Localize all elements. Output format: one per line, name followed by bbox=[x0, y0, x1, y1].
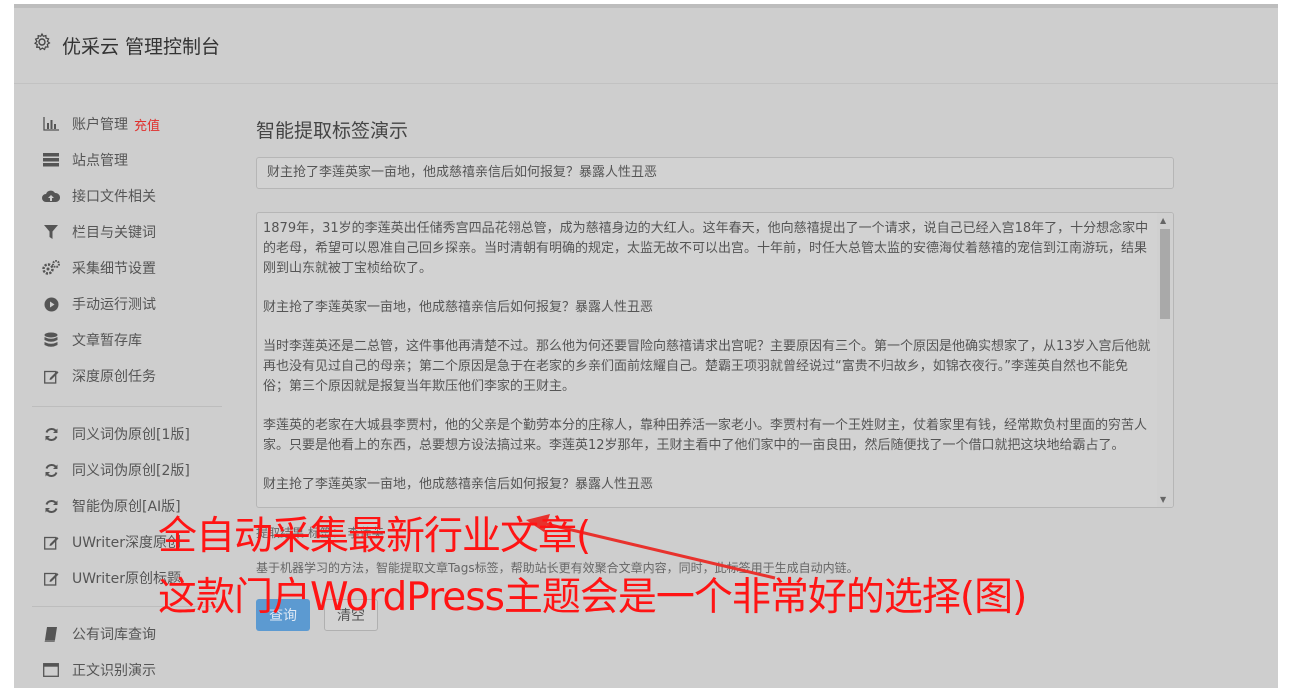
content-text: 1879年，31岁的李莲英出任储秀宫四品花翎总管，成为慈禧身边的大红人。这年春天… bbox=[263, 219, 1151, 507]
sidebar-item-sites[interactable]: 站点管理 bbox=[42, 148, 128, 172]
cloud-upload-icon bbox=[42, 187, 60, 205]
content-paragraph: 财主抢了李莲英家一亩地，他成慈禧亲信后如何报复？暴露人性丑恶 bbox=[263, 300, 654, 315]
textarea-scrollbar[interactable]: ▲ ▼ bbox=[1157, 213, 1173, 507]
sidebar-item-columns[interactable]: 栏目与关键词 bbox=[42, 220, 156, 244]
sidebar-divider bbox=[32, 406, 222, 407]
sidebar-item-collect-settings[interactable]: 采集细节设置 bbox=[42, 256, 156, 280]
sidebar-item-synonym-v2[interactable]: 同义词伪原创[2版] bbox=[42, 458, 190, 482]
sidebar-item-label: 采集细节设置 bbox=[72, 261, 156, 277]
book-icon bbox=[42, 625, 60, 643]
sidebar-item-article-store[interactable]: 文章暂存库 bbox=[42, 328, 142, 352]
sidebar-item-label: 文章暂存库 bbox=[72, 333, 142, 349]
sidebar-item-label: 账户管理 bbox=[72, 117, 128, 133]
server-icon bbox=[42, 151, 60, 169]
sidebar-item-label: 同义词伪原创[2版] bbox=[72, 463, 190, 479]
scroll-down-icon[interactable]: ▼ bbox=[1160, 495, 1166, 504]
sidebar-item-interface[interactable]: 接口文件相关 bbox=[42, 184, 156, 208]
edit-icon bbox=[42, 367, 60, 385]
content-paragraph: 李莲英的老家在大城县李贾村，他的父亲是个勤劳本分的庄稼人，靠种田养活一家老小。李… bbox=[263, 418, 1148, 453]
content-paragraph: 1879年，31岁的李莲英出任储秀宫四品花翎总管，成为慈禧身边的大红人。这年春天… bbox=[263, 221, 1149, 276]
bar-chart-icon bbox=[42, 115, 60, 133]
sidebar-item-label: 深度原创任务 bbox=[72, 369, 156, 385]
database-icon bbox=[42, 331, 60, 349]
gears-icon bbox=[42, 259, 60, 277]
scrollbar-thumb[interactable] bbox=[1160, 229, 1170, 319]
sidebar-item-label: 接口文件相关 bbox=[72, 189, 156, 205]
top-header: 优采云 管理控制台 bbox=[14, 8, 1278, 84]
sidebar-item-text-detect[interactable]: 正文识别演示 bbox=[42, 658, 156, 682]
content-paragraph: 财主抢了李莲英家一亩地，他成慈禧亲信后如何报复？暴露人性丑恶 bbox=[263, 477, 654, 492]
gear-icon bbox=[33, 32, 51, 51]
play-circle-icon bbox=[42, 295, 60, 313]
sidebar-item-deep-original[interactable]: 深度原创任务 bbox=[42, 364, 156, 388]
content-textarea[interactable]: 1879年，31岁的李莲英出任储秀宫四品花翎总管，成为慈禧身边的大红人。这年春天… bbox=[256, 212, 1174, 508]
window-icon bbox=[42, 661, 60, 679]
sidebar-item-label: 手动运行测试 bbox=[72, 297, 156, 313]
page-title: 智能提取标签演示 bbox=[256, 120, 409, 142]
refresh-icon bbox=[42, 461, 60, 479]
title-input[interactable]: 财主抢了李莲英家一亩地，他成慈禧亲信后如何报复？暴露人性丑恶 bbox=[256, 157, 1174, 189]
edit-icon bbox=[42, 533, 60, 551]
sidebar-item-label: 栏目与关键词 bbox=[72, 225, 156, 241]
sidebar-item-label: 站点管理 bbox=[72, 153, 128, 169]
content-paragraph: 当时李莲英还是二总管，这件事他再清楚不过。那么他为何还要冒险向慈禧请求出宫呢？主… bbox=[263, 339, 1151, 394]
sidebar-item-synonym-v1[interactable]: 同义词伪原创[1版] bbox=[42, 422, 190, 446]
overlay-headline-line2: 这款门户WordPress主题会是一个非常好的选择(图) bbox=[158, 575, 1027, 620]
sidebar-item-label: 同义词伪原创[1版] bbox=[72, 427, 190, 443]
sidebar-item-public-dict[interactable]: 公有词库查询 bbox=[42, 622, 156, 646]
edit-icon bbox=[42, 569, 60, 587]
sidebar-item-label: 公有词库查询 bbox=[72, 627, 156, 643]
refresh-icon bbox=[42, 497, 60, 515]
scroll-up-icon[interactable]: ▲ bbox=[1160, 216, 1166, 225]
app-title: 优采云 管理控制台 bbox=[62, 36, 221, 58]
filter-icon bbox=[42, 223, 60, 241]
overlay-headline-line1: 全自动采集最新行业文章( bbox=[158, 514, 591, 559]
sidebar-item-label: 正文识别演示 bbox=[72, 663, 156, 679]
recharge-link[interactable]: 充值 bbox=[134, 115, 160, 134]
refresh-icon bbox=[42, 425, 60, 443]
sidebar-item-account[interactable]: 账户管理 充值 bbox=[42, 112, 160, 136]
sidebar-item-manual-run[interactable]: 手动运行测试 bbox=[42, 292, 156, 316]
